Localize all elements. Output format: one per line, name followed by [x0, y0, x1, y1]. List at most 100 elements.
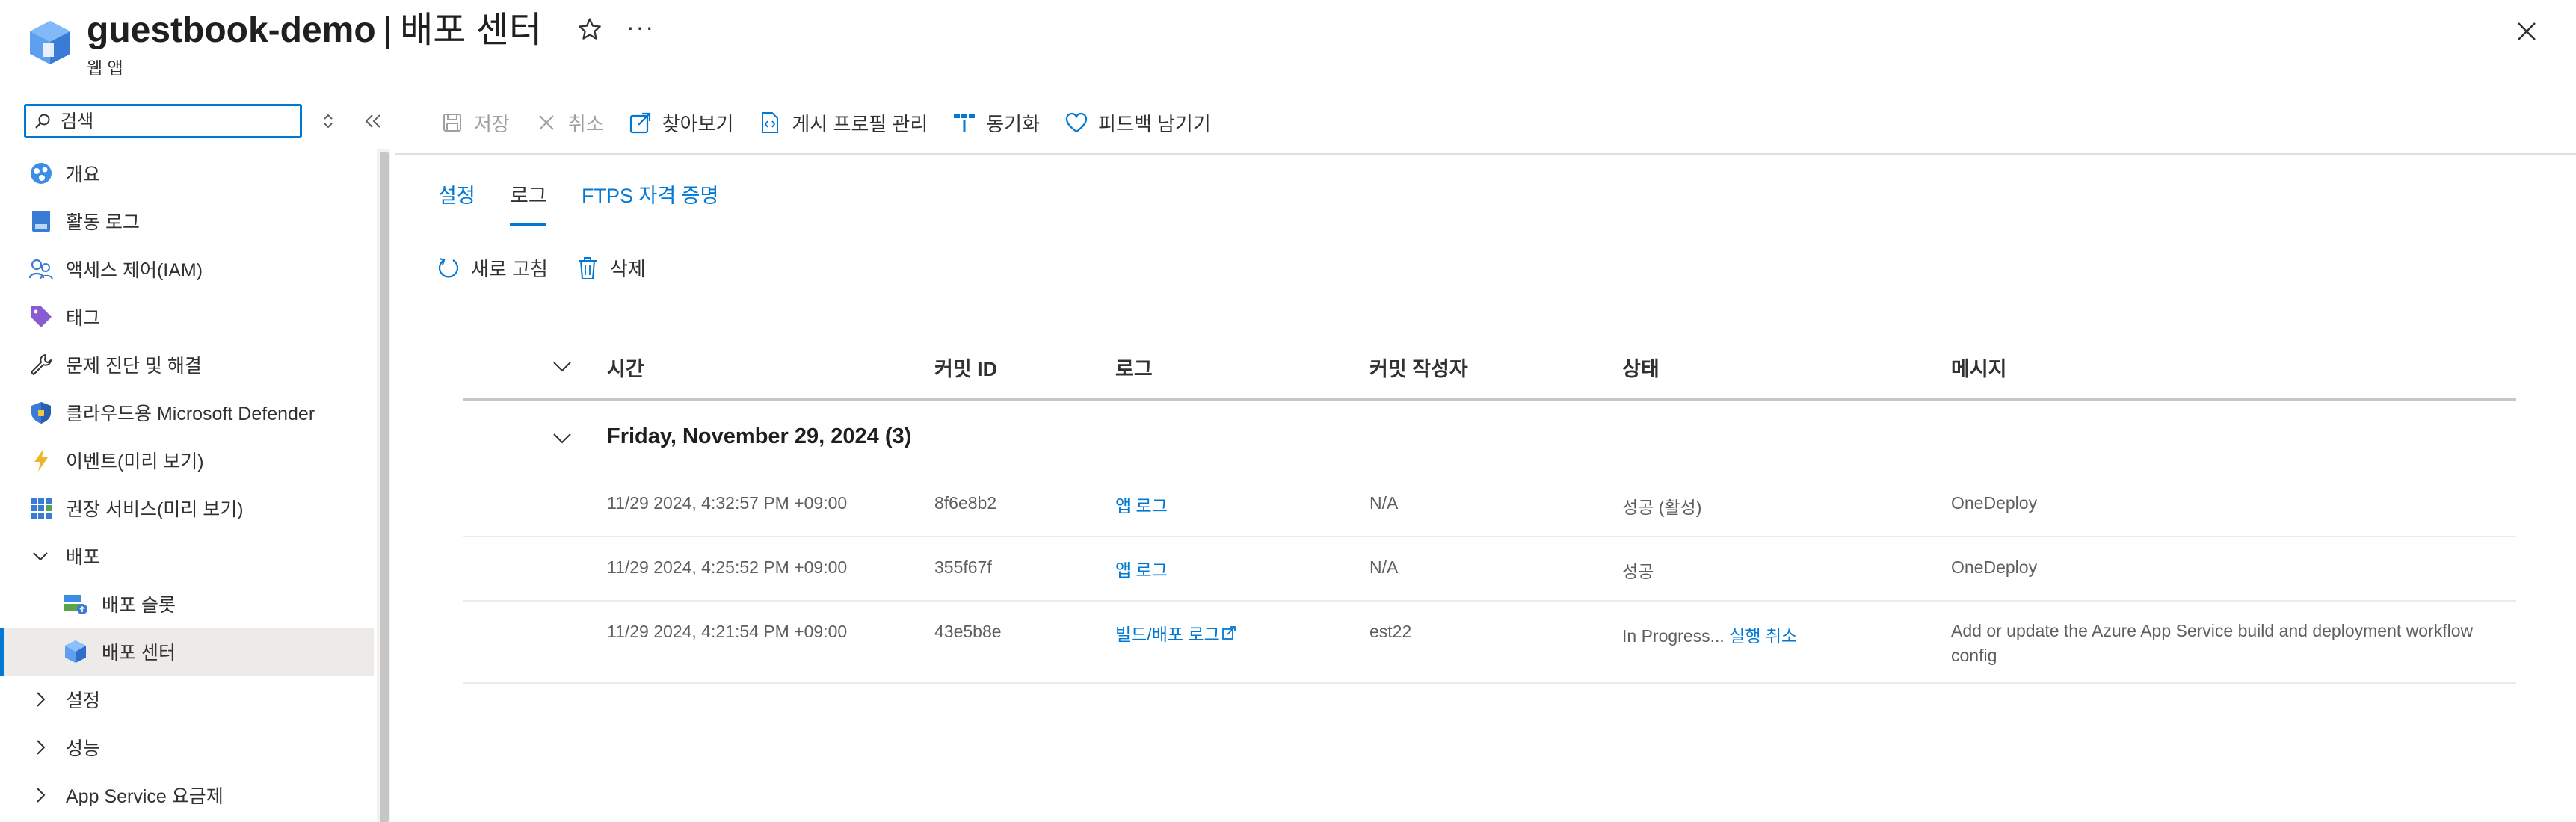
tab-logs[interactable]: 로그	[510, 179, 547, 208]
sidebar-item-label: 권장 서비스(미리 보기)	[66, 499, 244, 520]
page-name: 배포 센터	[400, 10, 543, 50]
chevron-right-icon	[37, 788, 46, 803]
column-header-author[interactable]: 커밋 작성자	[1369, 353, 1468, 382]
more-options-icon[interactable]: ···	[626, 13, 655, 41]
cancel-label: 취소	[567, 112, 604, 135]
app-service-icon	[28, 19, 72, 66]
tag-icon	[28, 304, 54, 330]
sidebar-item-label: 클라우드용 Microsoft Defender	[66, 404, 315, 424]
sidebar-item-settings[interactable]: 설정	[0, 676, 374, 723]
cell-message: OneDeploy	[1951, 493, 2038, 513]
column-header-message[interactable]: 메시지	[1951, 353, 2007, 382]
cancel-button[interactable]: 취소	[535, 109, 604, 137]
favorite-star-icon[interactable]	[577, 16, 603, 42]
cell-status: 성공	[1622, 562, 1654, 581]
cell-author: N/A	[1369, 557, 1399, 577]
group-chevron-down-icon[interactable]	[552, 427, 573, 448]
close-icon	[535, 111, 558, 134]
delete-label: 삭제	[610, 258, 646, 280]
activity-log-icon	[28, 208, 54, 234]
app-log-link[interactable]: 앱 로그	[1115, 556, 1168, 581]
sidebar-item-label: 태그	[66, 308, 101, 329]
browse-button[interactable]: 찾아보기	[629, 109, 734, 137]
delete-button[interactable]: 삭제	[576, 254, 646, 282]
slots-icon	[63, 591, 88, 616]
sidebar-item-deployment[interactable]: 배포	[0, 532, 374, 580]
people-icon	[28, 256, 54, 282]
save-button[interactable]: 저장	[441, 109, 510, 137]
trash-icon	[576, 256, 600, 281]
sidebar-item-events[interactable]: 이벤트(미리 보기)	[0, 436, 374, 484]
feedback-label: 피드백 남기기	[1098, 112, 1211, 135]
cell-time: 11/29 2024, 4:25:52 PM +09:00	[607, 557, 848, 577]
chevron-down-icon	[33, 552, 48, 561]
browse-label: 찾아보기	[662, 112, 734, 135]
chevron-right-icon	[37, 740, 46, 755]
sidebar-item-diagnose[interactable]: 문제 진단 및 해결	[0, 341, 374, 389]
refresh-label: 새로 고침	[471, 258, 548, 280]
column-header-time[interactable]: 시간	[607, 353, 644, 382]
sidebar-item-label: 이벤트(미리 보기)	[66, 451, 204, 472]
sidebar-item-deployment-slots[interactable]: 배포 슬롯	[0, 580, 374, 628]
save-icon	[441, 111, 463, 134]
cell-commit-id: 355f67f	[934, 557, 992, 577]
save-label: 저장	[474, 112, 510, 135]
cancel-run-link[interactable]: 실행 취소	[1729, 626, 1797, 646]
sync-button[interactable]: 동기화	[953, 109, 1040, 137]
sidebar-item-label: 액세스 제어(IAM)	[66, 260, 203, 281]
sync-label: 동기화	[986, 112, 1041, 135]
code-file-icon	[759, 111, 781, 134]
cell-commit-id: 8f6e8b2	[934, 493, 997, 513]
feedback-button[interactable]: 피드백 남기기	[1065, 109, 1211, 137]
sidebar-item-label: 개요	[66, 164, 101, 185]
title-separator: |	[383, 10, 393, 50]
header-divider	[463, 398, 2516, 401]
row-divider	[463, 682, 2516, 684]
collapse-all-chevron-icon[interactable]	[552, 356, 573, 377]
grid-icon	[28, 495, 54, 521]
overview-icon	[28, 161, 54, 186]
sidebar-item-activity-log[interactable]: 활동 로그	[0, 197, 374, 245]
cell-commit-id: 43e5b8e	[934, 622, 1002, 641]
sidebar-item-tags[interactable]: 태그	[0, 293, 374, 341]
sidebar-item-iam[interactable]: 액세스 제어(IAM)	[0, 245, 374, 293]
resource-type: 웹 앱	[87, 58, 123, 78]
refresh-button[interactable]: 새로 고침	[437, 254, 548, 282]
sidebar-scrollbar-thumb[interactable]	[380, 152, 389, 822]
tab-ftps-credentials[interactable]: FTPS 자격 증명	[582, 179, 718, 208]
sidebar-item-overview[interactable]: 개요	[0, 149, 374, 197]
group-header: Friday, November 29, 2024 (3)	[607, 424, 912, 448]
sort-toggle-icon[interactable]	[318, 109, 338, 133]
collapse-sidebar-icon[interactable]	[360, 109, 386, 133]
sidebar-item-deployment-center[interactable]: 배포 센터	[0, 628, 374, 676]
page-title: guestbook-demo | 배포 센터	[87, 6, 542, 55]
open-external-icon	[629, 111, 652, 134]
column-header-status[interactable]: 상태	[1622, 353, 1660, 382]
sidebar-search[interactable]	[24, 104, 302, 138]
sidebar-item-label: 문제 진단 및 해결	[66, 356, 202, 377]
lightning-icon	[28, 448, 54, 473]
manage-publish-profile-label: 게시 프로필 관리	[792, 112, 928, 135]
sidebar-item-app-service-plan[interactable]: App Service 요금제	[0, 771, 374, 819]
resource-name: guestbook-demo	[87, 10, 376, 50]
sidebar-item-recommended[interactable]: 권장 서비스(미리 보기)	[0, 484, 374, 532]
sidebar-item-label: 설정	[66, 690, 101, 711]
app-log-link[interactable]: 앱 로그	[1115, 492, 1168, 517]
manage-publish-profile-button[interactable]: 게시 프로필 관리	[759, 109, 928, 137]
sidebar-item-label: 배포	[66, 547, 101, 568]
sidebar-item-label: 성능	[66, 738, 101, 759]
build-deploy-log-link[interactable]: 빌드/배포 로그	[1115, 620, 1236, 646]
sidebar-item-label: 배포 센터	[102, 643, 176, 664]
sidebar-item-label: 배포 슬롯	[102, 595, 176, 616]
column-header-commit-id[interactable]: 커밋 ID	[934, 353, 997, 382]
tab-settings[interactable]: 설정	[438, 179, 475, 208]
sidebar-item-performance[interactable]: 성능	[0, 723, 374, 771]
sidebar-item-defender[interactable]: 클라우드용 Microsoft Defender	[0, 389, 374, 436]
heart-icon	[1065, 111, 1088, 134]
wrench-icon	[28, 352, 54, 377]
column-header-log[interactable]: 로그	[1115, 353, 1153, 382]
search-input[interactable]	[61, 111, 292, 133]
cell-author: est22	[1369, 622, 1412, 641]
cell-author: N/A	[1369, 493, 1399, 513]
close-icon[interactable]	[2515, 19, 2539, 43]
